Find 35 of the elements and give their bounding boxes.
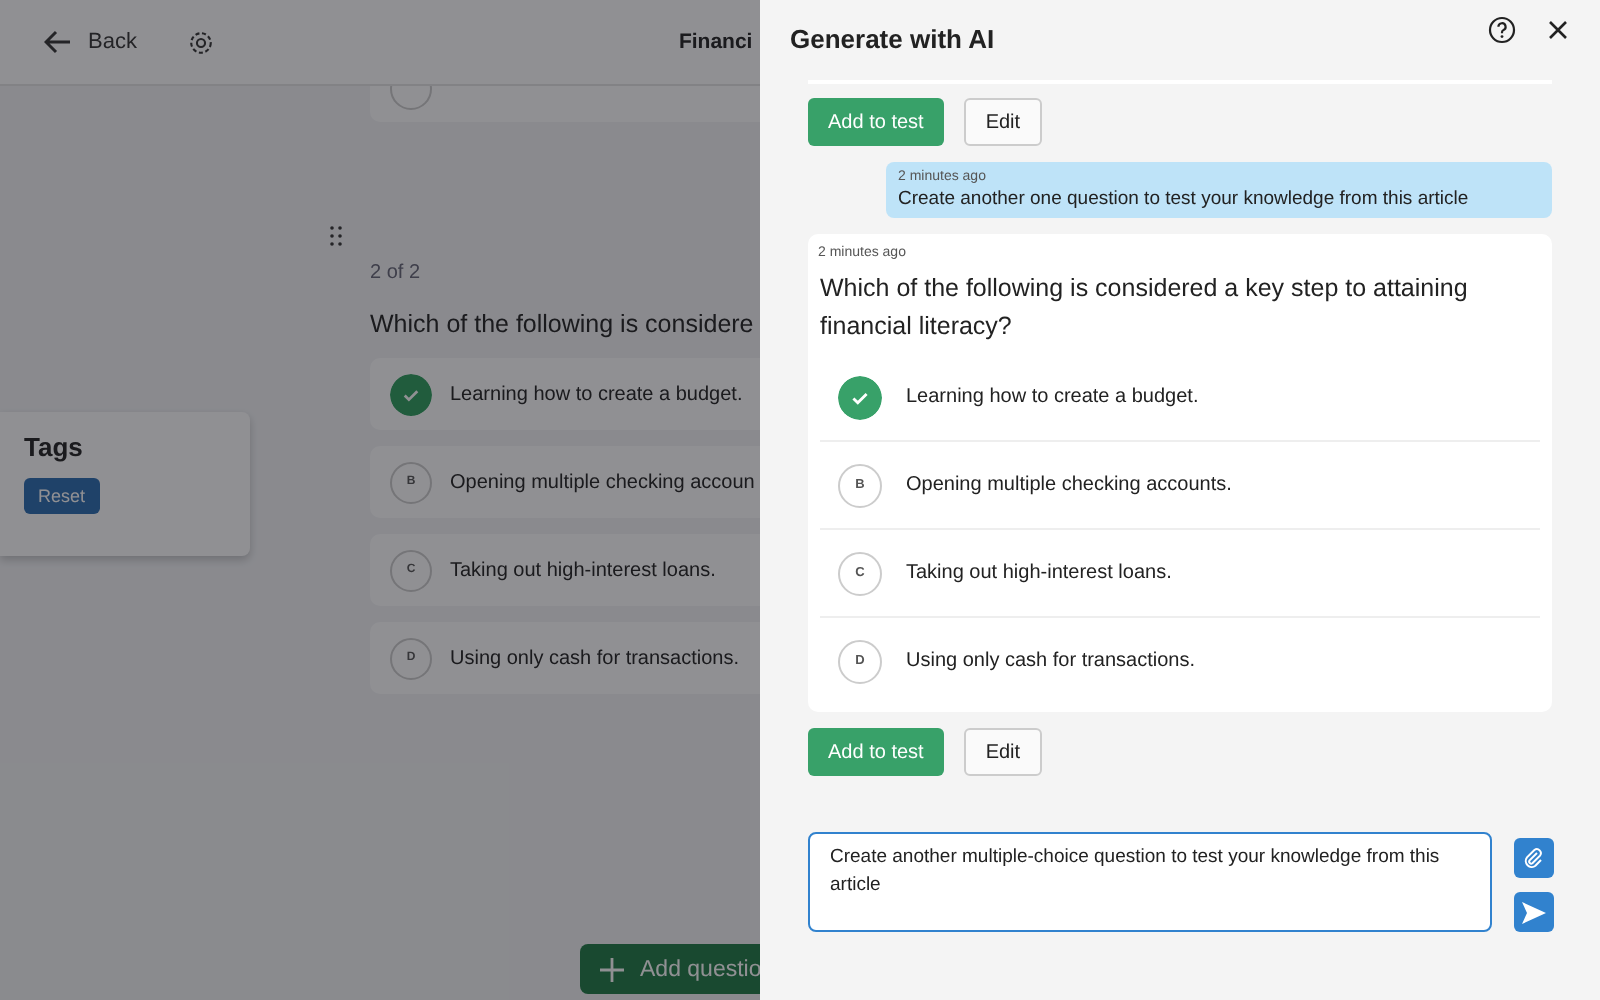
settings-icon[interactable] bbox=[188, 29, 215, 55]
attach-button[interactable] bbox=[1514, 838, 1554, 878]
option-text: Using only cash for transactions. bbox=[906, 650, 1196, 672]
option-text: Taking out high-interest loans. bbox=[906, 562, 1172, 584]
option-text: Learning how to create a budget. bbox=[450, 383, 743, 405]
edit-button[interactable]: Edit bbox=[963, 98, 1043, 146]
option-text: Learning how to create a budget. bbox=[906, 386, 1199, 408]
plus-icon bbox=[600, 957, 624, 981]
edit-button[interactable]: Edit bbox=[963, 728, 1043, 776]
drag-handle-icon[interactable] bbox=[330, 226, 342, 246]
paperclip-icon bbox=[1524, 848, 1544, 868]
help-icon[interactable] bbox=[1488, 16, 1516, 44]
question-text: Which of the following is considered a key step to attaining financial literacy? bbox=[820, 272, 1470, 344]
panel-title: Generate with AI bbox=[790, 23, 995, 53]
send-button[interactable] bbox=[1514, 892, 1554, 932]
reset-button[interactable]: Reset bbox=[24, 478, 100, 514]
question-counter: 2 of 2 bbox=[370, 262, 421, 284]
option-text: Opening multiple checking accounts. bbox=[906, 474, 1232, 496]
option-text: Taking out high-interest loans. bbox=[450, 559, 716, 581]
answer-option[interactable]: Learning how to create a budget. bbox=[820, 354, 1540, 442]
add-question-button[interactable]: Add questio bbox=[580, 944, 760, 994]
message-text: Create another one question to test your knowledge from this article bbox=[898, 188, 1471, 210]
close-icon[interactable] bbox=[1548, 20, 1568, 40]
send-icon bbox=[1522, 901, 1546, 923]
arrow-left-icon bbox=[44, 30, 72, 54]
question-text: Which of the following is considere bbox=[370, 310, 754, 338]
add-to-test-button[interactable]: Add to test bbox=[808, 98, 944, 146]
option-text: Opening multiple checking accoun bbox=[450, 471, 755, 493]
page-title: Financi bbox=[678, 30, 753, 54]
prompt-input-field[interactable]: Create another multiple-choice question to test your knowledge from this article bbox=[808, 832, 1492, 932]
add-to-test-button[interactable]: Add to test bbox=[808, 728, 944, 776]
tags-title: Tags bbox=[24, 432, 85, 462]
option-text: Using only cash for transactions. bbox=[450, 647, 740, 669]
option-card[interactable]: Learning how to create a budget. bbox=[370, 358, 760, 430]
back-button[interactable]: Back bbox=[44, 30, 137, 54]
